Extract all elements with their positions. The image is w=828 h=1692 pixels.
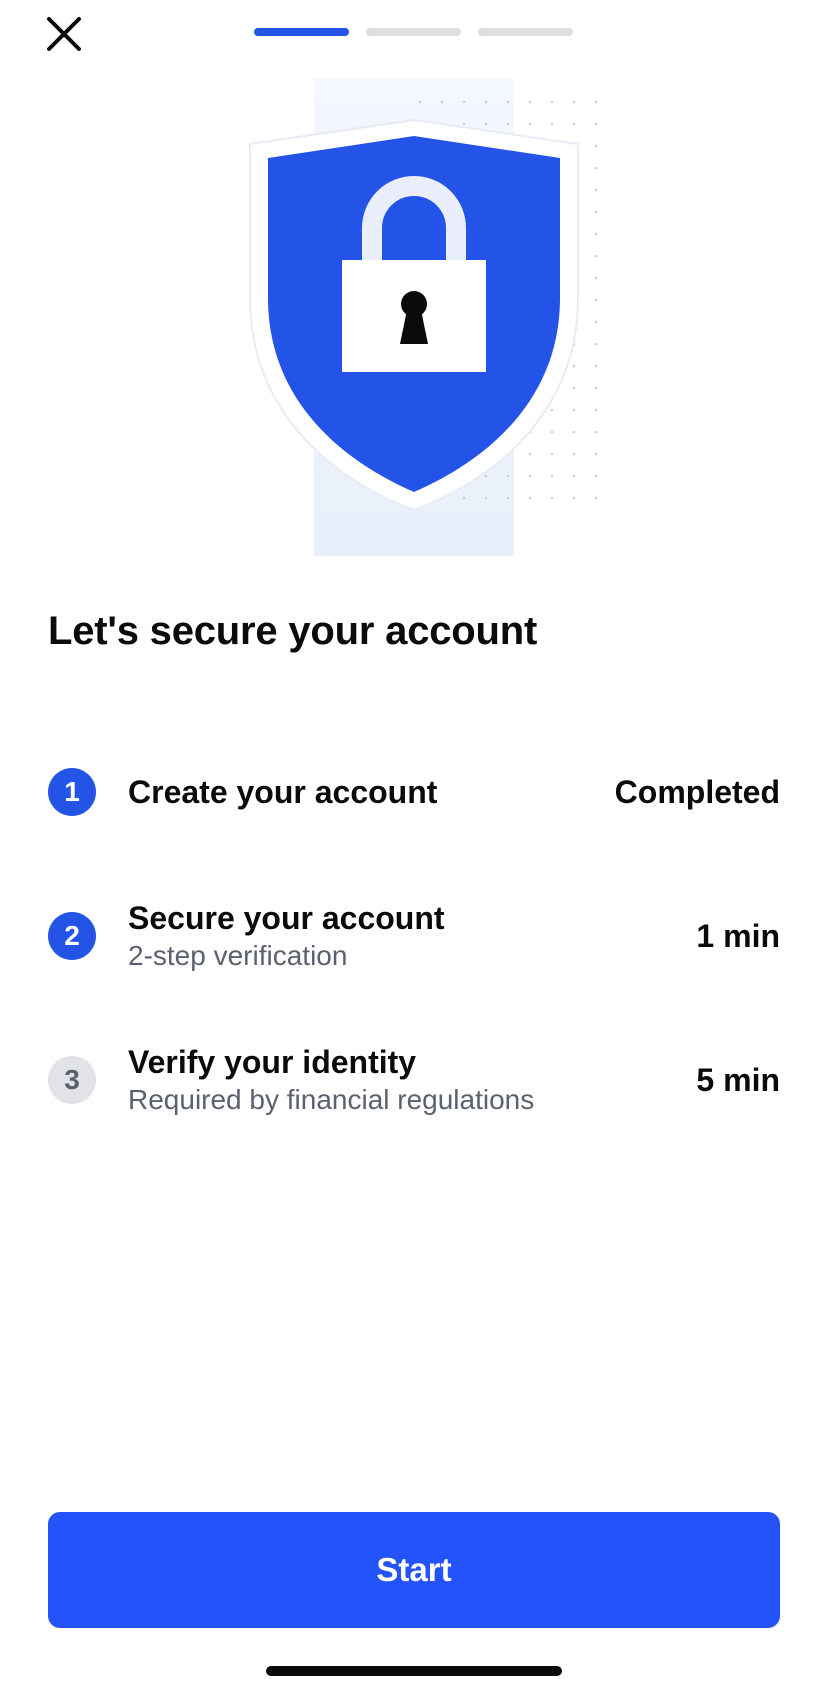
- step-subtitle: Required by financial regulations: [128, 1084, 535, 1115]
- step-subtitle: 2-step verification: [128, 940, 348, 971]
- start-button[interactable]: Start: [48, 1512, 780, 1628]
- progress-segment-1: [254, 28, 349, 36]
- step-name: Create your account: [128, 774, 438, 810]
- steps-list: 1 Create your account Completed 2 Secure…: [48, 720, 780, 1152]
- home-indicator: [266, 1666, 562, 1676]
- step-text: Secure your account 2-step verification: [128, 898, 696, 974]
- progress-segment-2: [366, 28, 461, 36]
- shield-lock-icon: [249, 78, 610, 556]
- step-number-badge: 2: [48, 912, 96, 960]
- progress-indicator: [254, 28, 573, 36]
- step-text: Create your account: [128, 772, 615, 812]
- step-verify-identity[interactable]: 3 Verify your identity Required by finan…: [48, 1008, 780, 1152]
- step-name: Verify your identity: [128, 1044, 417, 1080]
- step-create-account[interactable]: 1 Create your account Completed: [48, 720, 780, 864]
- step-number-badge: 1: [48, 768, 96, 816]
- step-number-badge: 3: [48, 1056, 96, 1104]
- step-status: Completed: [614, 773, 780, 810]
- step-secure-account[interactable]: 2 Secure your account 2-step verificatio…: [48, 864, 780, 1008]
- hero-illustration: [0, 78, 828, 558]
- progress-segment-3: [478, 28, 573, 36]
- step-duration: 1 min: [696, 917, 780, 954]
- close-icon: [47, 17, 81, 51]
- page-title: Let's secure your account: [48, 609, 538, 653]
- step-name: Secure your account: [128, 900, 445, 936]
- step-text: Verify your identity Required by financi…: [128, 1042, 696, 1118]
- close-button[interactable]: [40, 10, 88, 58]
- step-duration: 5 min: [696, 1061, 780, 1098]
